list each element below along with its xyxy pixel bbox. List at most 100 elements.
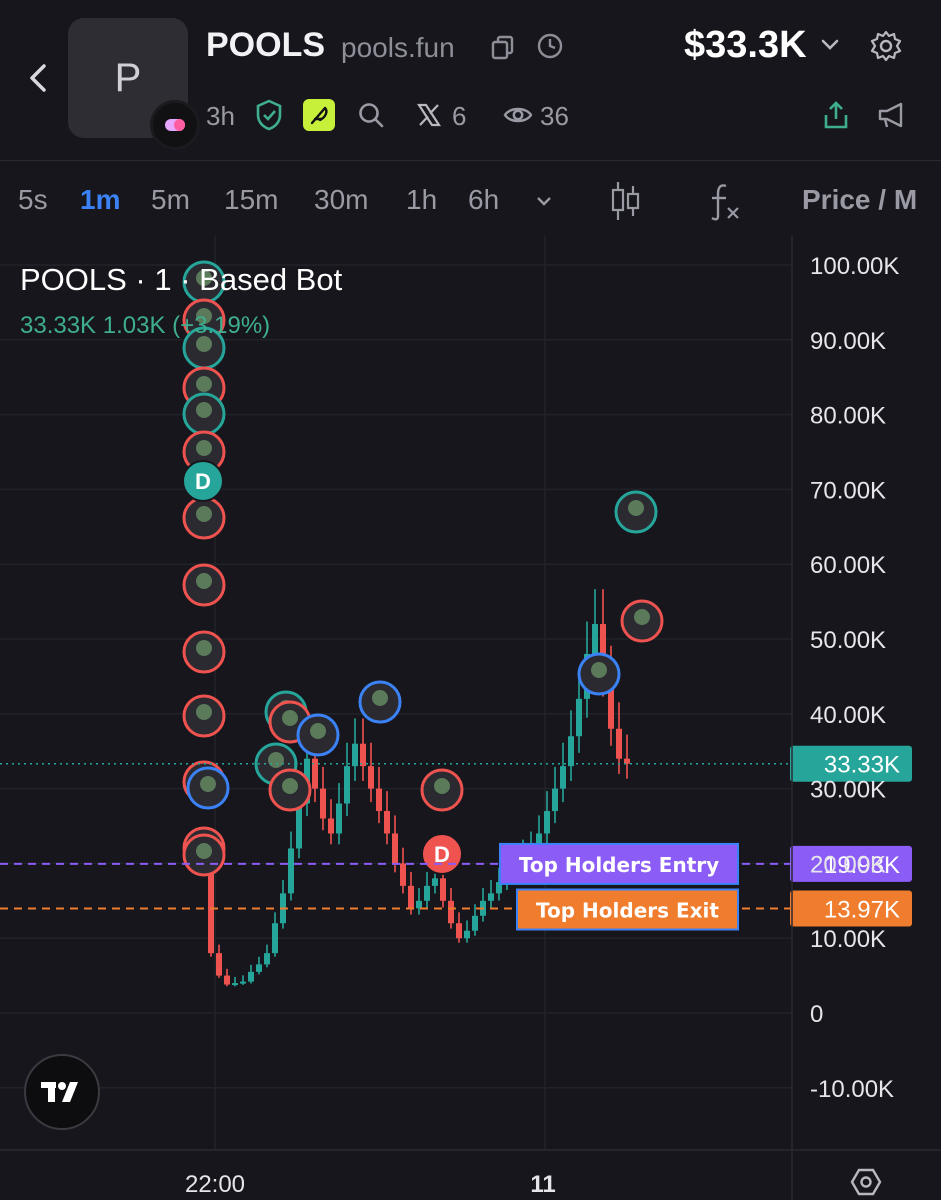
feather-pen-icon[interactable] [303, 99, 335, 131]
candle [240, 981, 246, 984]
trader-avatar-face [196, 704, 212, 720]
top-holders-entry-label-text: Top Holders Entry [519, 853, 719, 877]
last-price-tag-label: 33.33K [824, 752, 900, 779]
platform-badge-icon [150, 100, 200, 150]
top-holders-exit-label-text: Top Holders Exit [536, 899, 719, 923]
clock-icon[interactable] [536, 32, 564, 60]
trader-avatar-face [196, 573, 212, 589]
y-tick-label: 30.00K [810, 777, 886, 804]
candle [408, 885, 414, 909]
candle [464, 930, 470, 939]
tradingview-logo-icon[interactable] [24, 1054, 100, 1130]
candle [416, 900, 422, 909]
candle [328, 818, 334, 834]
candle [400, 863, 406, 886]
candle [456, 923, 462, 939]
chart-settings-hexagon-icon [860, 1176, 872, 1188]
candle [216, 953, 222, 976]
candles-icon[interactable] [608, 180, 642, 222]
timeframe-1h[interactable]: 1h [406, 184, 437, 216]
market-cap[interactable]: $33.3K [684, 24, 807, 67]
candle [544, 811, 550, 834]
y-tick-label: 40.00K [810, 702, 886, 729]
candle [616, 728, 622, 759]
trader-avatar-face [282, 778, 298, 794]
candle [360, 743, 366, 767]
candle [576, 698, 582, 737]
y-tick-label: 10.00K [810, 926, 886, 953]
x-logo-icon[interactable] [416, 102, 442, 128]
trader-avatar-face [634, 609, 650, 625]
trader-avatar-face [196, 506, 212, 522]
y-tick-label: 80.00K [810, 403, 886, 430]
candle [624, 758, 630, 764]
gear-icon[interactable] [869, 29, 903, 63]
chart-legend-values: 33.33K 1.03K (+3.19%) [20, 312, 271, 339]
back-chevron-icon[interactable] [26, 60, 52, 96]
copy-icon[interactable] [490, 34, 516, 60]
trader-avatar-face [196, 376, 212, 392]
x-count: 6 [452, 101, 467, 131]
candle [568, 736, 574, 767]
token-domain[interactable]: pools.fun [341, 32, 455, 64]
share-icon[interactable] [822, 100, 850, 130]
candle [472, 915, 478, 931]
y-tick-label: 60.00K [810, 552, 886, 579]
timeframe-1m[interactable]: 1m [80, 184, 120, 216]
candle [488, 893, 494, 901]
indicators-fx-icon[interactable] [706, 182, 742, 222]
chart-settings-hexagon-icon[interactable] [850, 1168, 882, 1196]
y-tick-label: 100.00K [810, 253, 899, 280]
trader-avatar-face [196, 440, 212, 456]
avatar-letter: P [114, 55, 142, 100]
y-tick-label: 0 [810, 1001, 823, 1028]
trader-avatar-face [268, 752, 284, 768]
candle [560, 766, 566, 789]
trader-avatar-face [196, 843, 212, 859]
timeframe-6h[interactable]: 6h [468, 184, 499, 216]
more-timeframes-chevron-icon[interactable] [535, 195, 553, 207]
search-icon[interactable] [357, 101, 385, 129]
timeframe-5s[interactable]: 5s [18, 184, 48, 216]
candle [288, 848, 294, 894]
candle [336, 803, 342, 834]
trader-avatar-face [434, 778, 450, 794]
chevron-down-icon[interactable] [820, 38, 840, 52]
megaphone-icon[interactable] [877, 101, 907, 129]
chart-settings-hexagon-icon [850, 1168, 882, 1196]
chart-legend-title: POOLS · 1 · Based Bot [20, 262, 343, 297]
candle [320, 788, 326, 819]
timeframe-5m[interactable]: 5m [151, 184, 190, 216]
candle [272, 923, 278, 954]
candle [424, 885, 430, 901]
trader-avatar-face [372, 690, 388, 706]
x-tick-label: 11 [530, 1171, 555, 1198]
trader-avatar-face [196, 402, 212, 418]
candle [248, 971, 254, 982]
y-tick-label: 20.00K [810, 851, 886, 878]
trader-avatar-face [310, 723, 326, 739]
candle [224, 975, 230, 985]
y-tick-label: 70.00K [810, 477, 886, 504]
trader-avatar-face [196, 640, 212, 656]
candle [256, 964, 262, 972]
candle [344, 766, 350, 804]
exit-price-tag-label: 13.97K [824, 897, 900, 924]
timeframe-15m[interactable]: 15m [224, 184, 278, 216]
token-title: POOLS [206, 26, 326, 64]
x-tick-label: 22:00 [185, 1171, 245, 1198]
trader-avatar-face [628, 500, 644, 516]
views-count: 36 [540, 101, 569, 131]
trader-avatar-face [200, 776, 216, 792]
candle [392, 833, 398, 864]
dev-marker-label: D [195, 469, 211, 494]
trader-avatar-face [591, 662, 607, 678]
price-chart[interactable]: DD 33.33K19.93K13.97KTop Holders EntryTo… [0, 236, 941, 1200]
timeframe-30m[interactable]: 30m [314, 184, 368, 216]
candle [448, 900, 454, 924]
shield-check-icon[interactable] [255, 99, 283, 131]
price-mcap-toggle[interactable]: Price / M [802, 184, 917, 216]
token-age: 3h [206, 101, 235, 131]
candle [592, 624, 598, 654]
candle [384, 811, 390, 834]
